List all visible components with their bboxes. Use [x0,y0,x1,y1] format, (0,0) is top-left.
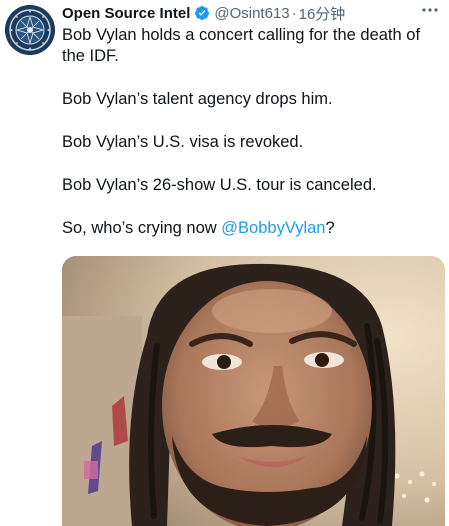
tweet-line: Bob Vylan’s 26-show U.S. tour is cancele… [62,176,377,194]
tweet-text: Bob Vylan holds a concert calling for th… [62,25,446,239]
final-line-suffix: ? [325,219,335,237]
post-time[interactable]: 16分钟 [299,3,346,24]
final-line-text: So, who’s crying now [62,219,222,237]
verified-badge-icon [194,5,210,21]
selfie-photo-image [62,256,445,526]
tweet-line: Bob Vylan holds a concert calling for th… [62,26,421,65]
author-name[interactable]: Open Source Intel [62,5,190,22]
tweet-final-line: So, who’s crying now @BobbyVylan? [62,218,446,239]
more-options-icon[interactable] [419,2,441,18]
tweet-line: Bob Vylan’s talent agency drops him. [62,90,333,108]
tweet-line: Bob Vylan’s U.S. visa is revoked. [62,133,304,151]
author-avatar[interactable] [5,5,55,55]
tweet-photo[interactable] [62,256,445,526]
separator-dot: · [291,4,297,22]
mention-link[interactable]: @BobbyVylan [221,219,325,237]
tweet-header: Open Source Intel @Osint613 · 16分钟 [62,3,449,23]
author-handle[interactable]: @Osint613 [214,5,289,22]
seal-logo-icon [5,5,55,55]
